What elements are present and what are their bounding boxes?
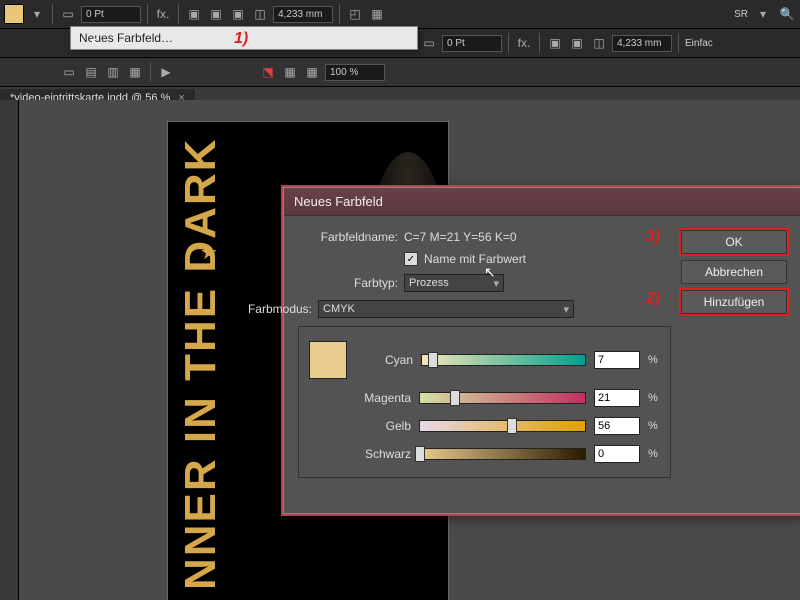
- poster-headline: NNER IN THE DARK: [176, 132, 226, 590]
- cyan-slider[interactable]: [421, 354, 586, 366]
- name-with-value-label: Name mit Farbwert: [424, 252, 526, 266]
- cyan-value-field[interactable]: [594, 351, 640, 369]
- color-mode-select[interactable]: CMYK: [318, 300, 574, 318]
- tool-icon[interactable]: ▥: [104, 63, 122, 81]
- grid-icon[interactable]: ▦: [303, 63, 321, 81]
- swap-icon[interactable]: ⬔: [259, 63, 277, 81]
- corner-icon[interactable]: ◰: [346, 5, 364, 23]
- cmyk-sliders: Cyan % Magenta % Gelb %: [298, 326, 671, 478]
- cursor-icon: ↖: [90, 34, 102, 51]
- star-icon: ★: [200, 240, 218, 265]
- color-type-label: Farbtyp:: [298, 276, 398, 290]
- stroke-icon[interactable]: ▭: [59, 5, 77, 23]
- align-icon[interactable]: ▦: [368, 5, 386, 23]
- yellow-slider[interactable]: [419, 420, 586, 432]
- tool-icon[interactable]: ▦: [126, 63, 144, 81]
- chevron-down-icon[interactable]: ▾: [754, 5, 772, 23]
- tool-icon[interactable]: ▶: [157, 63, 175, 81]
- black-slider[interactable]: [419, 448, 586, 460]
- swatch-name-value: C=7 M=21 Y=56 K=0: [404, 230, 517, 244]
- cursor-icon: ↖: [484, 264, 496, 281]
- black-label: Schwarz: [353, 447, 411, 461]
- crop-icon[interactable]: ◫: [590, 34, 608, 52]
- vertical-ruler: [0, 100, 19, 600]
- magenta-value-field[interactable]: [594, 389, 640, 407]
- stroke-weight-field-2[interactable]: [442, 35, 502, 52]
- pct-label: %: [648, 354, 660, 366]
- cyan-label: Cyan: [355, 353, 413, 367]
- wrap-icon[interactable]: ▣: [546, 34, 564, 52]
- new-swatch-dialog: Neues Farbfeld Farbfeldname: C=7 M=21 Y=…: [283, 187, 800, 514]
- wrap2-icon[interactable]: ▣: [568, 34, 586, 52]
- fit-label[interactable]: Einfac: [685, 38, 713, 49]
- ok-button[interactable]: OK: [681, 230, 787, 254]
- zoom-field[interactable]: [325, 64, 385, 81]
- tool-icon[interactable]: ▤: [82, 63, 100, 81]
- pct-label: %: [648, 392, 660, 404]
- top-toolbar-3: ▭ ▤ ▥ ▦ ▶ ⬔ ▦ ▦: [0, 58, 800, 87]
- annotation-2: 2): [646, 290, 660, 308]
- workspace-label[interactable]: SR: [734, 9, 748, 20]
- tool-icon[interactable]: ▭: [60, 63, 78, 81]
- magenta-label: Magenta: [353, 391, 411, 405]
- add-button[interactable]: Hinzufügen: [681, 290, 787, 314]
- fill-swatch[interactable]: [4, 4, 24, 24]
- wrap2-icon[interactable]: ▣: [207, 5, 225, 23]
- chevron-down-icon[interactable]: ▾: [28, 5, 46, 23]
- yellow-label: Gelb: [353, 419, 411, 433]
- magenta-slider[interactable]: [419, 392, 586, 404]
- pct-label: %: [648, 448, 660, 460]
- stroke-weight-field[interactable]: [81, 6, 141, 23]
- yellow-value-field[interactable]: [594, 417, 640, 435]
- dialog-title: Neues Farbfeld: [284, 188, 800, 216]
- swatch-name-label: Farbfeldname:: [298, 230, 398, 244]
- color-mode-label: Farbmodus:: [228, 302, 312, 316]
- stroke-icon[interactable]: ▭: [420, 34, 438, 52]
- black-value-field[interactable]: [594, 445, 640, 463]
- top-toolbar-1: ▾ ▭ fx. ▣ ▣ ▣ ◫ ◰ ▦ SR ▾ 🔍: [0, 0, 800, 29]
- color-preview-swatch: [309, 341, 347, 379]
- fx-icon[interactable]: fx.: [154, 5, 172, 23]
- name-with-value-checkbox[interactable]: ✓: [404, 252, 418, 266]
- grid-icon[interactable]: ▦: [281, 63, 299, 81]
- search-icon[interactable]: 🔍: [778, 5, 796, 23]
- annotation-3: 3): [646, 228, 660, 246]
- annotation-1: 1): [234, 30, 248, 48]
- pct-label: %: [648, 420, 660, 432]
- fx-icon[interactable]: fx.: [515, 34, 533, 52]
- dimension-field-2[interactable]: [612, 35, 672, 52]
- cancel-button[interactable]: Abbrechen: [681, 260, 787, 284]
- dimension-field[interactable]: [273, 6, 333, 23]
- wrap-icon[interactable]: ▣: [185, 5, 203, 23]
- wrap3-icon[interactable]: ▣: [229, 5, 247, 23]
- crop-icon[interactable]: ◫: [251, 5, 269, 23]
